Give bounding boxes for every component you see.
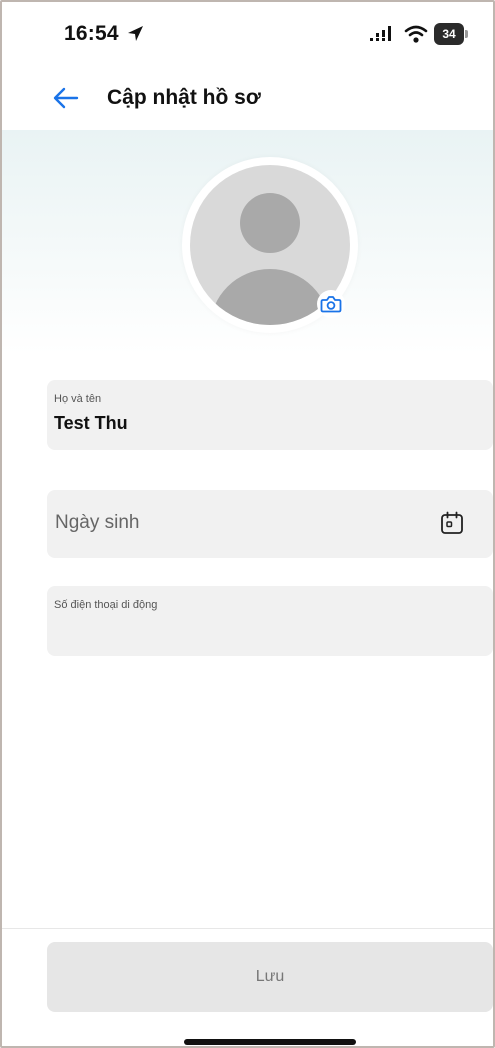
- home-indicator: [184, 1039, 356, 1045]
- fullname-value: Test Thu: [54, 413, 128, 433]
- dob-field[interactable]: Ngày sinh: [47, 490, 493, 558]
- wifi-icon: [404, 25, 428, 43]
- app-screen: 16:54 34 Cập nhật hồ sơ Họ và tên Test T…: [0, 0, 495, 1048]
- back-button[interactable]: [48, 80, 84, 116]
- location-arrow-icon: [128, 26, 143, 41]
- status-bar: 16:54 34: [2, 2, 493, 66]
- battery-icon: 34: [434, 23, 468, 45]
- profile-header: [2, 130, 493, 354]
- calendar-icon[interactable]: [439, 510, 465, 536]
- arrow-left-icon: [53, 87, 79, 109]
- page-title: Cập nhật hồ sơ: [107, 86, 261, 109]
- status-time: 16:54: [64, 22, 119, 45]
- signal-icon: [370, 26, 391, 41]
- change-avatar-button[interactable]: [317, 290, 345, 318]
- footer-divider: [2, 928, 493, 929]
- phone-field[interactable]: Số điện thoại di động: [47, 586, 493, 656]
- nav-bar: Cập nhật hồ sơ: [2, 66, 493, 130]
- battery-level: 34: [434, 23, 464, 45]
- dob-placeholder: Ngày sinh: [55, 512, 140, 533]
- phone-label: Số điện thoại di động: [54, 599, 158, 611]
- fullname-field[interactable]: Họ và tên Test Thu: [47, 380, 493, 450]
- fullname-label: Họ và tên: [54, 393, 102, 405]
- save-button[interactable]: Lưu: [47, 942, 493, 1012]
- camera-icon: [320, 296, 342, 313]
